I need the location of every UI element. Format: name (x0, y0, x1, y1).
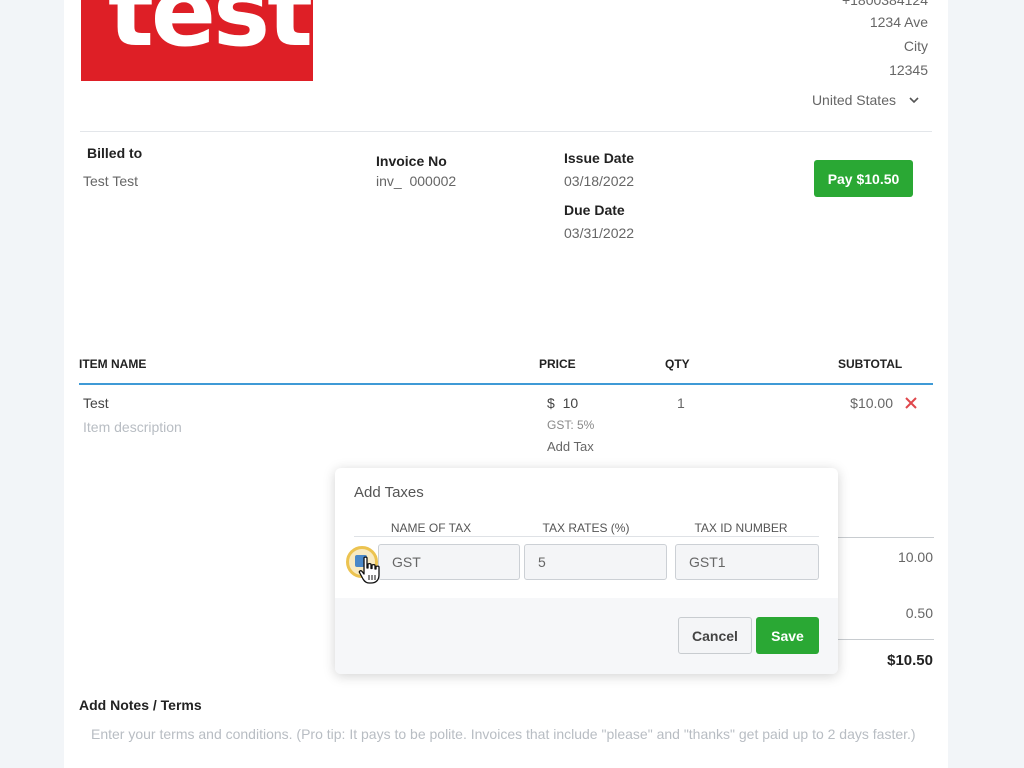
billed-to-label: Billed to (87, 145, 143, 161)
pay-button[interactable]: Pay $10.50 (814, 160, 913, 197)
add-tax-link[interactable]: Add Tax (547, 439, 594, 454)
notes-title: Add Notes / Terms (79, 697, 202, 713)
tax-id-input[interactable] (675, 544, 819, 580)
header-tax-id: TAX ID NUMBER (694, 521, 788, 535)
tax-name-input[interactable] (378, 544, 520, 580)
logo-text: test (108, 0, 313, 68)
tax-rate-input[interactable] (524, 544, 667, 580)
save-button[interactable]: Save (756, 617, 819, 654)
item-price[interactable]: $ 10 (547, 395, 578, 411)
header-qty: QTY (665, 357, 690, 371)
hand-cursor-icon (358, 556, 380, 584)
issue-date-label: Issue Date (564, 150, 635, 166)
item-description[interactable]: Item description (83, 419, 182, 435)
totals-subtotal: 10.00 (897, 549, 933, 565)
header-tax-rate: TAX RATES (%) (542, 521, 630, 535)
company-logo: test (81, 0, 313, 81)
header-divider (80, 131, 932, 132)
billed-to-value[interactable]: Test Test (83, 173, 138, 189)
header-subtotal: SUBTOTAL (838, 357, 903, 371)
table-header-line (79, 383, 933, 385)
close-icon[interactable] (904, 396, 918, 410)
totals-tax: 0.50 (905, 605, 933, 621)
due-date-value[interactable]: 03/31/2022 (564, 225, 634, 241)
header-tax-name: NAME OF TAX (390, 521, 472, 535)
totals-total: $10.50 (887, 652, 933, 669)
item-subtotal: $10.00 (850, 395, 893, 411)
country-select[interactable]: United States (812, 92, 920, 108)
header-price: PRICE (539, 357, 576, 371)
totals-divider (834, 537, 934, 538)
issue-date-value[interactable]: 03/18/2022 (564, 173, 634, 189)
company-city: City (903, 38, 928, 54)
item-name[interactable]: Test (83, 395, 109, 411)
company-zip: 12345 (889, 62, 928, 78)
country-value: United States (811, 92, 896, 108)
item-qty[interactable]: 1 (677, 395, 685, 411)
due-date-label: Due Date (564, 202, 625, 218)
invoice-no-value[interactable]: inv_ 000002 (376, 173, 456, 189)
invoice-no-label: Invoice No (376, 153, 447, 169)
chevron-down-icon (909, 97, 919, 104)
notes-input[interactable]: Enter your terms and conditions. (Pro ti… (91, 726, 916, 742)
company-street: 1234 Ave (869, 14, 928, 30)
totals-divider-2 (834, 639, 934, 640)
add-taxes-modal: Add Taxes NAME OF TAX TAX RATES (%) TAX … (335, 468, 838, 674)
cancel-button[interactable]: Cancel (678, 617, 752, 654)
header-item-name: ITEM NAME (79, 357, 147, 371)
modal-title: Add Taxes (354, 484, 424, 501)
modal-header-line (354, 536, 819, 537)
company-phone: +1800384124 (841, 0, 928, 8)
item-tax-note: GST: 5% (547, 418, 595, 432)
